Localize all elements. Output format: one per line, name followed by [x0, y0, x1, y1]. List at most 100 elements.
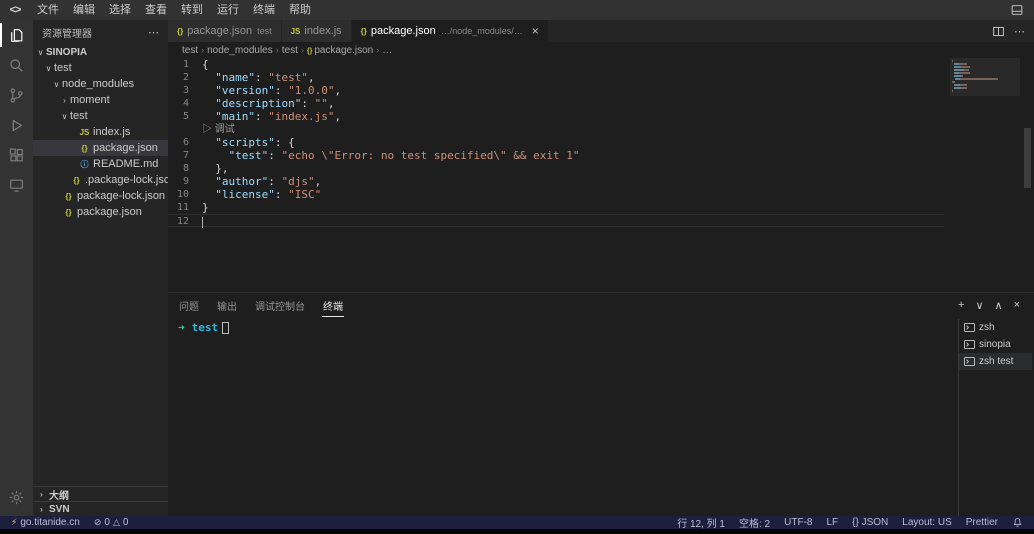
- tree-item-readme-md[interactable]: ⓘREADME.md: [33, 156, 168, 172]
- code-line-7[interactable]: 7 "test": "echo \"Error: no test specifi…: [168, 149, 944, 162]
- status-eol[interactable]: LF: [821, 516, 843, 529]
- tree-item-test[interactable]: ∨test: [33, 60, 168, 76]
- sidebar-more-icon[interactable]: ⋯: [148, 26, 159, 39]
- status-bar: ⚡ go.titanide.cn ⊘ 0 △ 0 行 12, 列 1 空格: 2 U…: [0, 516, 1034, 529]
- remote-indicator[interactable]: ⚡ go.titanide.cn: [6, 516, 85, 529]
- breadcrumb-item[interactable]: {}package.json: [307, 45, 373, 56]
- code-line-2[interactable]: 2 "name": "test",: [168, 71, 944, 84]
- code-token: ,: [328, 97, 335, 110]
- terminal-dropdown-icon[interactable]: ∨: [975, 299, 983, 312]
- code-line-1[interactable]: 1{: [168, 58, 944, 71]
- menu-item[interactable]: 编辑: [66, 0, 102, 20]
- search-icon[interactable]: [0, 50, 33, 80]
- tree-item-index-js[interactable]: JSindex.js: [33, 124, 168, 140]
- editor-scrollbar[interactable]: [1021, 58, 1034, 292]
- tree-item-package-json[interactable]: {}package.json: [33, 140, 168, 156]
- terminal[interactable]: ➜ test: [178, 321, 952, 516]
- bottom-strip: [0, 529, 1034, 534]
- code-line-10[interactable]: 10 "license": "ISC": [168, 188, 944, 201]
- problems-status[interactable]: ⊘ 0 △ 0: [89, 516, 134, 529]
- errors-count: 0: [104, 517, 110, 528]
- code-token: :: [275, 84, 288, 97]
- status-encoding[interactable]: UTF-8: [779, 516, 817, 529]
- status-cursor-position[interactable]: 行 12, 列 1: [672, 516, 730, 529]
- remote-explorer-icon[interactable]: [0, 170, 33, 200]
- menu-item[interactable]: 终端: [246, 0, 282, 20]
- code-line-5[interactable]: 5 "main": "index.js",: [168, 110, 944, 123]
- breadcrumb-item[interactable]: test: [182, 45, 198, 56]
- menu-item[interactable]: 选择: [102, 0, 138, 20]
- tree-item-package-json[interactable]: {}package.json: [33, 204, 168, 220]
- tree-item-package-lock-json[interactable]: {}.package-lock.json: [33, 172, 168, 188]
- sidebar-section-svn[interactable]: ›SVN: [33, 501, 168, 516]
- tab-index-js[interactable]: JSindex.js: [282, 20, 352, 42]
- breadcrumb: test›node_modules›test›{}package.json›…: [168, 42, 1034, 58]
- panel-tab-item[interactable]: 调试控制台: [254, 293, 306, 317]
- tab-detail: …/node_modules/…: [441, 26, 523, 36]
- tree-item-sinopia[interactable]: ∨SINOPIA: [33, 44, 168, 60]
- panel-tab-item[interactable]: 输出: [216, 293, 238, 317]
- code-line-12[interactable]: 12: [168, 214, 944, 227]
- scrollbar-thumb[interactable]: [1024, 128, 1031, 188]
- codelens-debug[interactable]: ▷ 调试: [202, 123, 235, 136]
- panel-tab-item[interactable]: 问题: [178, 293, 200, 317]
- code-token: "version": [215, 84, 275, 97]
- code-line-11[interactable]: 11}: [168, 201, 944, 214]
- terminal-instance-zsh-test[interactable]: zsh test: [959, 353, 1032, 370]
- code-token: "echo \"Error: no test specified\" && ex…: [282, 149, 580, 162]
- code-line-9[interactable]: 9 "author": "djs",: [168, 175, 944, 188]
- tree-twistie-icon: ›: [59, 96, 70, 105]
- code-area[interactable]: 1{2 "name": "test",3 "version": "1.0.0",…: [168, 58, 944, 292]
- layout-toggle-icon[interactable]: [1010, 3, 1024, 17]
- menu-item[interactable]: 转到: [174, 0, 210, 20]
- menu-item[interactable]: 帮助: [282, 0, 318, 20]
- editor-more-icon[interactable]: ⋯: [1014, 25, 1025, 38]
- run-debug-icon[interactable]: [0, 110, 33, 140]
- breadcrumb-item[interactable]: test: [282, 45, 298, 56]
- code-line-6[interactable]: 6 "scripts": {: [168, 136, 944, 149]
- sidebar-section-outline[interactable]: ›大纲: [33, 486, 168, 501]
- code-line-3[interactable]: 3 "version": "1.0.0",: [168, 84, 944, 97]
- editor-cursor: [202, 217, 203, 228]
- code-line-4[interactable]: 4 "description": "",: [168, 97, 944, 110]
- status-indentation[interactable]: 空格: 2: [734, 516, 775, 529]
- breadcrumb-item[interactable]: …: [382, 45, 392, 56]
- panel-tab-item[interactable]: 终端: [322, 293, 344, 317]
- notifications-bell-icon[interactable]: [1007, 516, 1028, 529]
- minimap[interactable]: [952, 60, 1018, 180]
- explorer-icon[interactable]: [0, 20, 33, 50]
- tab-title: index.js: [304, 25, 341, 37]
- menu-item[interactable]: 文件: [30, 0, 66, 20]
- close-panel-icon[interactable]: ×: [1014, 299, 1020, 311]
- tree-item-test[interactable]: ∨test: [33, 108, 168, 124]
- tab-close-icon[interactable]: ×: [532, 25, 539, 37]
- maximize-panel-icon[interactable]: ∧: [995, 299, 1003, 312]
- extensions-icon[interactable]: [0, 140, 33, 170]
- status-language-mode[interactable]: {} JSON: [847, 516, 893, 529]
- breadcrumb-separator-icon: ›: [198, 45, 207, 55]
- split-editor-icon[interactable]: [992, 25, 1005, 38]
- menu-item[interactable]: 查看: [138, 0, 174, 20]
- code-token: "index.js": [268, 110, 334, 123]
- terminal-instance-sinopia[interactable]: sinopia: [959, 336, 1032, 353]
- panel-header: 问题输出调试控制台终端 + ∨ ∧ ×: [168, 293, 1034, 317]
- tree-item-node-modules[interactable]: ∨node_modules: [33, 76, 168, 92]
- tree-item-moment[interactable]: ›moment: [33, 92, 168, 108]
- tab-package-json[interactable]: {}package.json…/node_modules/…×: [352, 20, 549, 42]
- tab-package-json[interactable]: {}package.jsontest: [168, 20, 282, 42]
- source-control-icon[interactable]: [0, 80, 33, 110]
- status-keyboard-layout[interactable]: Layout: US: [897, 516, 956, 529]
- terminal-prompt: ➜: [178, 321, 185, 334]
- title-bar: <> 文件编辑选择查看转到运行终端帮助: [0, 0, 1034, 20]
- terminal-instance-zsh[interactable]: zsh: [959, 319, 1032, 336]
- status-prettier[interactable]: Prettier: [961, 516, 1003, 529]
- settings-gear-icon[interactable]: [0, 482, 33, 512]
- new-terminal-icon[interactable]: +: [958, 299, 964, 311]
- tree-item-package-lock-json[interactable]: {}package-lock.json: [33, 188, 168, 204]
- minimap-slider[interactable]: [950, 58, 1020, 96]
- breadcrumb-item[interactable]: node_modules: [207, 45, 273, 56]
- menu-item[interactable]: 运行: [210, 0, 246, 20]
- code-line-8[interactable]: 8 },: [168, 162, 944, 175]
- tree-item-label: package-lock.json: [77, 190, 165, 202]
- code-token: "test": [229, 149, 269, 162]
